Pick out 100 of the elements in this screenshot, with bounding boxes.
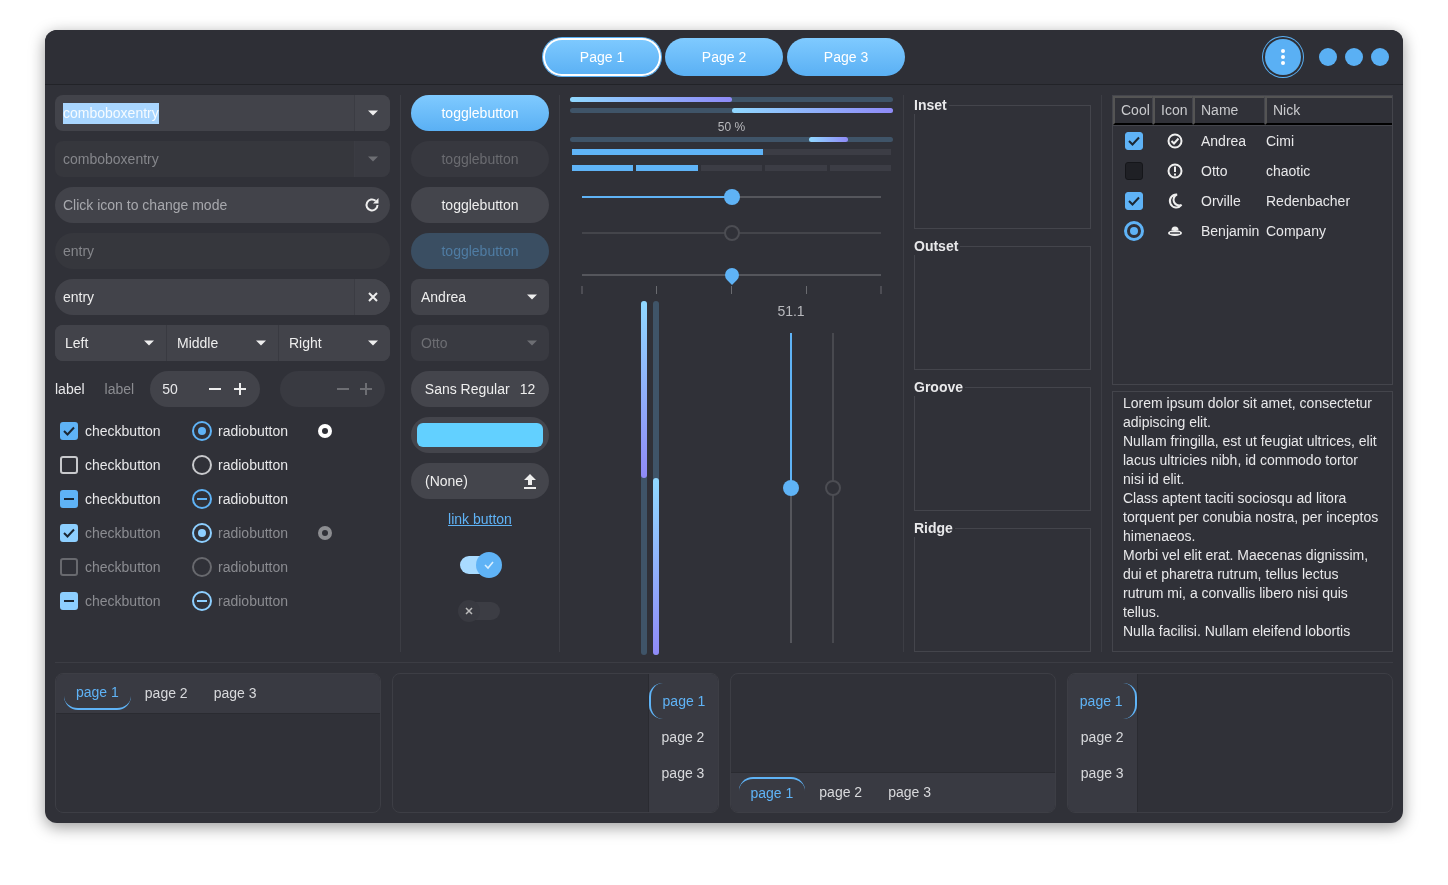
- column-header[interactable]: Icon: [1153, 96, 1193, 125]
- column-header[interactable]: Cool: [1113, 96, 1153, 125]
- slider-thumb[interactable]: [723, 189, 740, 205]
- checkbox[interactable]: [1125, 132, 1143, 150]
- tab[interactable]: page 1: [1067, 683, 1137, 719]
- tab[interactable]: page 3: [649, 755, 717, 791]
- font-button[interactable]: Sans Regular 12: [411, 371, 549, 407]
- vertical-slider[interactable]: [781, 333, 801, 643]
- column-header[interactable]: Name: [1193, 96, 1265, 125]
- caret-icon: [367, 110, 378, 116]
- check-circle-icon: [1167, 133, 1183, 149]
- radio-label: radiobutton: [218, 591, 289, 611]
- table-cell-text: Andrea: [1200, 131, 1248, 151]
- radio-button[interactable]: [192, 455, 212, 475]
- tab[interactable]: page 1: [648, 683, 718, 719]
- check-icon: [1127, 194, 1141, 208]
- paragraph: Morbi vel elit erat. Maecenas dignissim, dui et pharetra rutrum, tellus lectus rutrum mi, a convallis libero nisi quis tellus.: [1123, 546, 1370, 622]
- caret-icon: [367, 156, 378, 162]
- check-icon: [62, 424, 76, 438]
- frame-label: Ridge: [914, 519, 955, 537]
- window-control-button[interactable]: [1371, 48, 1389, 66]
- radio-button[interactable]: [192, 421, 212, 441]
- label: label: [55, 379, 85, 399]
- tab[interactable]: page 2: [649, 719, 717, 755]
- close-icon: [465, 607, 473, 615]
- text-input[interactable]: 50: [162, 378, 203, 400]
- slider-value: 51.1: [777, 302, 805, 321]
- paragraph: Nullam fringilla, est ut feugiat ultrices, elit lacus ultricies nibh, id commodo tortor nisi id elit.: [1123, 432, 1378, 489]
- checkbox[interactable]: [60, 422, 78, 440]
- tab[interactable]: page 2: [1068, 719, 1136, 755]
- toggle-switch[interactable]: [460, 598, 500, 624]
- column-header[interactable]: Nick: [1265, 96, 1392, 125]
- refresh-icon[interactable]: [364, 197, 380, 213]
- radio-label: radiobutton: [218, 421, 289, 441]
- radio-label: radiobutton: [218, 489, 289, 509]
- dash-icon: [64, 498, 74, 500]
- clear-icon[interactable]: [367, 292, 378, 302]
- radio-label: radiobutton: [218, 557, 289, 577]
- paragraph: Class aptent taciti sociosqu ad litora torquent per conubia nostra, per inceptos himenaeos.: [1123, 489, 1380, 546]
- dash-icon: [197, 498, 207, 500]
- caret-icon: [527, 340, 537, 346]
- paragraph: Lorem ipsum dolor sit amet, consectetur adipiscing elit.: [1123, 394, 1373, 432]
- spin-field[interactable]: 50: [150, 371, 261, 407]
- link[interactable]: link button: [411, 509, 549, 530]
- radio-button[interactable]: [318, 424, 332, 438]
- checkbox-label: checkbutton: [85, 591, 161, 611]
- radio-button[interactable]: [1124, 221, 1144, 241]
- plus-icon: [359, 383, 372, 395]
- dot-icon: [322, 428, 328, 434]
- checkbox[interactable]: [1125, 192, 1143, 210]
- window-control-button[interactable]: [1319, 48, 1337, 66]
- check-icon: [62, 526, 76, 540]
- moon-icon: [1167, 193, 1183, 209]
- label: label: [104, 379, 135, 399]
- text-input[interactable]: entry: [63, 286, 354, 308]
- table-cell-text: Otto: [1200, 161, 1229, 181]
- dash-icon: [197, 600, 207, 602]
- tab[interactable]: page 2: [807, 776, 875, 809]
- menu-icon: [1281, 49, 1285, 65]
- dot-icon: [322, 530, 328, 536]
- dropdown-button[interactable]: Left: [55, 325, 167, 361]
- text-field[interactable]: entry: [55, 279, 390, 315]
- tab[interactable]: page 2: [132, 677, 200, 710]
- table-cell-text: Redenbacher: [1266, 191, 1351, 211]
- file-button[interactable]: (None): [411, 463, 549, 499]
- tab[interactable]: page 3: [876, 776, 943, 809]
- radio-button[interactable]: [192, 489, 212, 509]
- slider-thumb[interactable]: [783, 480, 799, 496]
- checkbox-label: checkbutton: [85, 489, 161, 509]
- caret-icon: [256, 340, 266, 346]
- upload-icon: [523, 473, 537, 489]
- table-cell-text: chaotic: [1266, 161, 1311, 181]
- color-button[interactable]: [411, 417, 549, 453]
- text-field[interactable]: Click icon to change mode: [55, 187, 390, 223]
- check-icon: [483, 559, 495, 571]
- checkbox-label: checkbutton: [85, 557, 161, 577]
- dropdown-button[interactable]: Andrea: [411, 279, 549, 315]
- table-cell-text: Benjamin: [1200, 221, 1261, 241]
- radio-label: radiobutton: [218, 523, 289, 543]
- caret-icon: [368, 340, 378, 346]
- checkbox[interactable]: [1125, 162, 1143, 180]
- menu-button[interactable]: [1265, 39, 1301, 75]
- paragraph: Nulla facilisi. Nullam eleifend lobortis: [1123, 622, 1352, 641]
- window-control-button[interactable]: [1345, 48, 1363, 66]
- tab[interactable]: page 1: [64, 677, 131, 710]
- slider[interactable]: [582, 187, 881, 207]
- check-icon: [1127, 134, 1141, 148]
- tab[interactable]: page 1: [738, 776, 806, 809]
- tab[interactable]: page 3: [1068, 755, 1136, 791]
- text-input[interactable]: Click icon to change mode: [63, 194, 354, 216]
- checkbox[interactable]: [60, 490, 78, 508]
- tab[interactable]: page 3: [201, 677, 269, 710]
- progress-label: 50 %: [716, 120, 747, 134]
- dot-icon: [198, 529, 206, 537]
- dot-icon: [198, 427, 206, 435]
- dash-icon: [64, 600, 74, 602]
- checkbox-label: checkbutton: [85, 455, 161, 475]
- table-cell-text: Orville: [1200, 191, 1242, 211]
- toggle-button[interactable]: togglebutton: [411, 187, 549, 223]
- toggle-switch[interactable]: [460, 552, 500, 578]
